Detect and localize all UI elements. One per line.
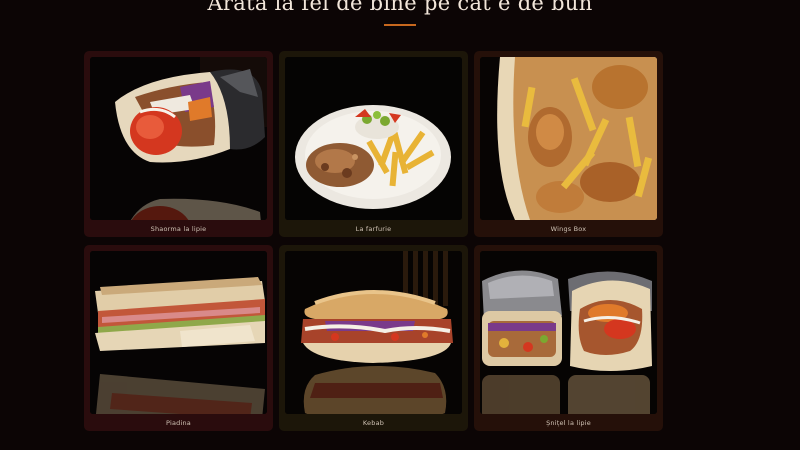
piadina-photo	[90, 251, 267, 414]
heading-underline	[384, 24, 416, 26]
wings-box-photo	[480, 57, 657, 220]
menu-card-kebab[interactable]: Kebab	[279, 245, 468, 431]
menu-grid: Shaorma la lipie La farfurie Wings Box P…	[84, 51, 663, 431]
menu-item-name: Piadina	[165, 419, 191, 427]
menu-card-snitel-la-lipie[interactable]: Șnițel la lipie	[474, 245, 663, 431]
menu-card-wings-box[interactable]: Wings Box	[474, 51, 663, 237]
menu-card-shaorma-la-lipie[interactable]: Shaorma la lipie	[84, 51, 273, 237]
menu-card-piadina[interactable]: Piadina	[84, 245, 273, 431]
menu-card-la-farfurie[interactable]: La farfurie	[279, 51, 468, 237]
section-heading: Arată la fel de bine pe cât e de bun	[207, 0, 593, 15]
menu-item-name: Shaorma la lipie	[150, 225, 207, 233]
schnitzel-wrap-photo	[480, 251, 657, 414]
menu-item-name: Șnițel la lipie	[546, 419, 591, 427]
shawarma-wrap-photo	[90, 57, 267, 220]
menu-item-name: Wings Box	[550, 225, 587, 233]
kebab-photo	[285, 251, 462, 414]
menu-item-name: La farfurie	[355, 225, 392, 233]
menu-item-name: Kebab	[362, 419, 385, 427]
plate-photo	[285, 57, 462, 220]
